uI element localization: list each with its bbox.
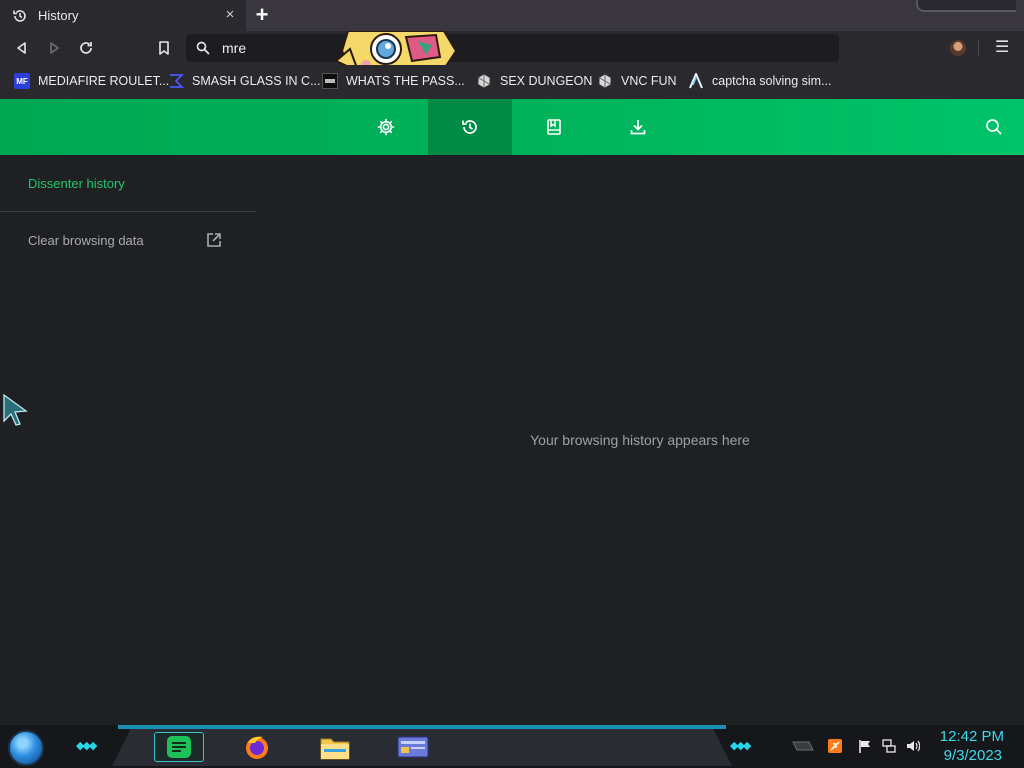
bookmark-item[interactable]: MF MEDIAFIRE ROULET... [14,71,169,91]
bookmark-item[interactable]: SMASH GLASS IN C... [168,71,321,91]
search-icon [196,41,210,55]
avatar[interactable] [950,40,966,56]
taskbar: ◆◆◆ ◆◆◆ 12:42 PM 9/3/2023 [0,725,1024,768]
reload-icon [80,42,92,54]
mediafire-favicon-icon: MF [14,73,30,89]
firefox-button[interactable] [232,732,282,762]
sigma-favicon-icon [168,73,184,89]
network-icon[interactable] [882,739,896,753]
tab-title: History [38,8,79,23]
gear-icon [377,118,395,136]
bookmarks-bar: MF MEDIAFIRE ROULET... SMASH GLASS IN C.… [0,65,1024,99]
close-tab-icon[interactable]: × [222,7,238,23]
show-hidden-icons-icon[interactable] [792,739,814,753]
bookmark-label: SEX DUNGEON [500,74,593,88]
tab-downloads[interactable] [596,99,680,155]
menu-button[interactable]: ☰ [995,39,1009,57]
chevron-decoration-icon: ◆◆◆ [76,740,97,752]
bookmark-label: WHATS THE PASS... [346,74,465,88]
sidebar-divider [0,211,256,212]
download-icon [630,120,646,135]
flag-icon[interactable] [858,739,872,753]
taskbar-accent-strip [118,725,726,729]
window-frame-decoration [916,0,1016,12]
tab-bookmarks[interactable] [512,99,596,155]
reload-button[interactable] [77,39,95,57]
bookmark-outline-icon [159,41,169,55]
file-explorer-button[interactable] [310,732,360,762]
tab-strip: History × + [0,0,1024,31]
volume-icon[interactable] [906,739,920,753]
bookmark-label: VNC FUN [621,74,677,88]
bookmark-item[interactable]: WHATS THE PASS... [322,71,465,91]
tray-app-icon[interactable] [828,739,842,753]
search-icon [986,119,1002,135]
password-site-favicon-icon [322,73,338,89]
vnc-favicon-icon [597,73,613,89]
address-input[interactable]: mre [222,40,246,56]
empty-history-message: Your browsing history appears here [530,432,750,448]
sidebar-title[interactable]: Dissenter history [28,176,125,191]
history-page: Dissenter history Clear browsing data Yo… [0,155,1024,725]
bookmark-item[interactable]: captcha solving sim... [688,71,832,91]
chevron-decoration-icon: ◆◆◆ [730,740,751,752]
browser-toolbar: mre ☰ [0,31,1024,95]
captcha-favicon-icon [688,73,704,89]
clock-time[interactable]: 12:42 PM [940,728,1004,745]
mouse-cursor-icon [3,393,28,426]
address-bar[interactable]: mre [186,34,839,62]
bookmark-label: MEDIAFIRE ROULET... [38,74,170,88]
bookmark-icon [547,119,561,135]
bookmark-item[interactable]: SEX DUNGEON [476,71,592,91]
start-button[interactable] [8,730,44,766]
new-tab-button[interactable]: + [251,4,273,26]
notes-app-button[interactable] [154,732,204,762]
toolbar-divider [978,40,979,56]
tab-history[interactable]: History × [0,0,246,31]
forward-icon [50,42,59,54]
history-search-button[interactable] [980,113,1008,141]
bookmark-page-button[interactable] [155,39,173,57]
back-icon [17,42,26,54]
back-button[interactable] [13,39,31,57]
forward-button[interactable] [45,39,63,57]
external-link-icon[interactable] [206,232,222,248]
settings-nav-bar [0,99,1024,155]
firefox-icon [246,736,268,759]
bookmark-item[interactable]: VNC FUN [597,71,677,91]
bookmark-label: SMASH GLASS IN C... [192,74,321,88]
clock-date[interactable]: 9/3/2023 [944,747,1002,764]
history-icon [462,120,477,134]
dungeon-favicon-icon [476,73,492,89]
notes-app-icon [167,736,191,758]
clear-browsing-data-link[interactable]: Clear browsing data [28,233,144,248]
history-icon [12,8,28,24]
bookmark-label: captcha solving sim... [712,74,832,88]
tab-settings[interactable] [344,99,428,155]
folder-icon [320,738,350,760]
app-window-icon [397,736,429,758]
tab-history[interactable] [428,99,512,155]
window-app-button[interactable] [388,732,438,762]
